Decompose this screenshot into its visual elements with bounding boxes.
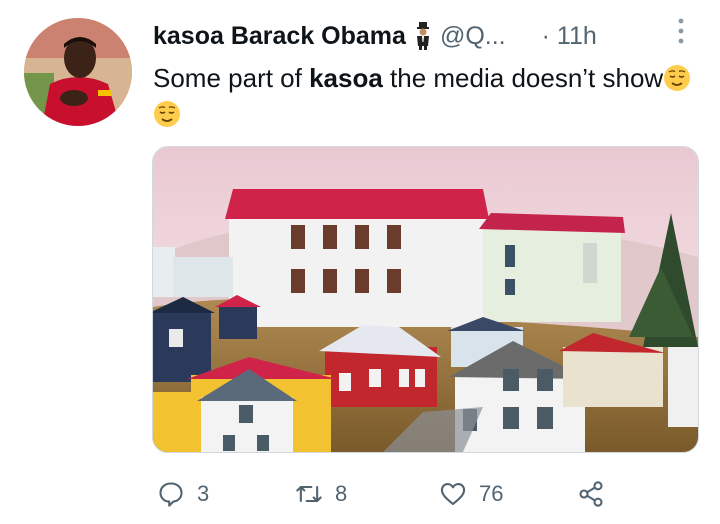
author-handle[interactable]: @Q... xyxy=(440,22,506,51)
retweet-button[interactable]: 8 xyxy=(295,474,347,514)
tweet-text-part1: Some part of xyxy=(153,63,310,93)
time-value: 11h xyxy=(556,21,597,50)
tweet-text-part2: the media doesn’t show xyxy=(382,63,664,93)
tweet-text: Some part of kasoa the media doesn’t sho… xyxy=(153,60,693,132)
share-icon xyxy=(579,481,603,507)
relieved-face-icon xyxy=(154,101,180,127)
tweet-time[interactable]: · 11h xyxy=(542,22,597,51)
author-avatar[interactable] xyxy=(24,18,132,126)
like-count: 76 xyxy=(479,481,504,506)
like-button[interactable]: 76 xyxy=(439,474,503,514)
author-name[interactable]: kasoa Barack Obama xyxy=(153,22,406,51)
reply-icon xyxy=(159,482,183,507)
retweet-icon xyxy=(296,485,322,503)
tweet-media-image[interactable] xyxy=(152,146,699,453)
reply-button[interactable]: 3 xyxy=(157,474,209,514)
reply-count: 3 xyxy=(197,481,210,506)
share-button[interactable] xyxy=(577,474,617,514)
more-options-icon[interactable] xyxy=(676,16,686,46)
tweet-header: kasoa Barack Obama @Q... · 11h xyxy=(153,16,684,56)
heart-icon xyxy=(440,483,466,505)
retweet-count: 8 xyxy=(335,481,348,506)
tweet-actions: 3 8 76 xyxy=(153,474,698,514)
tweet-text-bold: kasoa xyxy=(309,63,383,93)
relieved-face-icon xyxy=(664,65,691,91)
man-in-suit-icon xyxy=(416,22,429,50)
